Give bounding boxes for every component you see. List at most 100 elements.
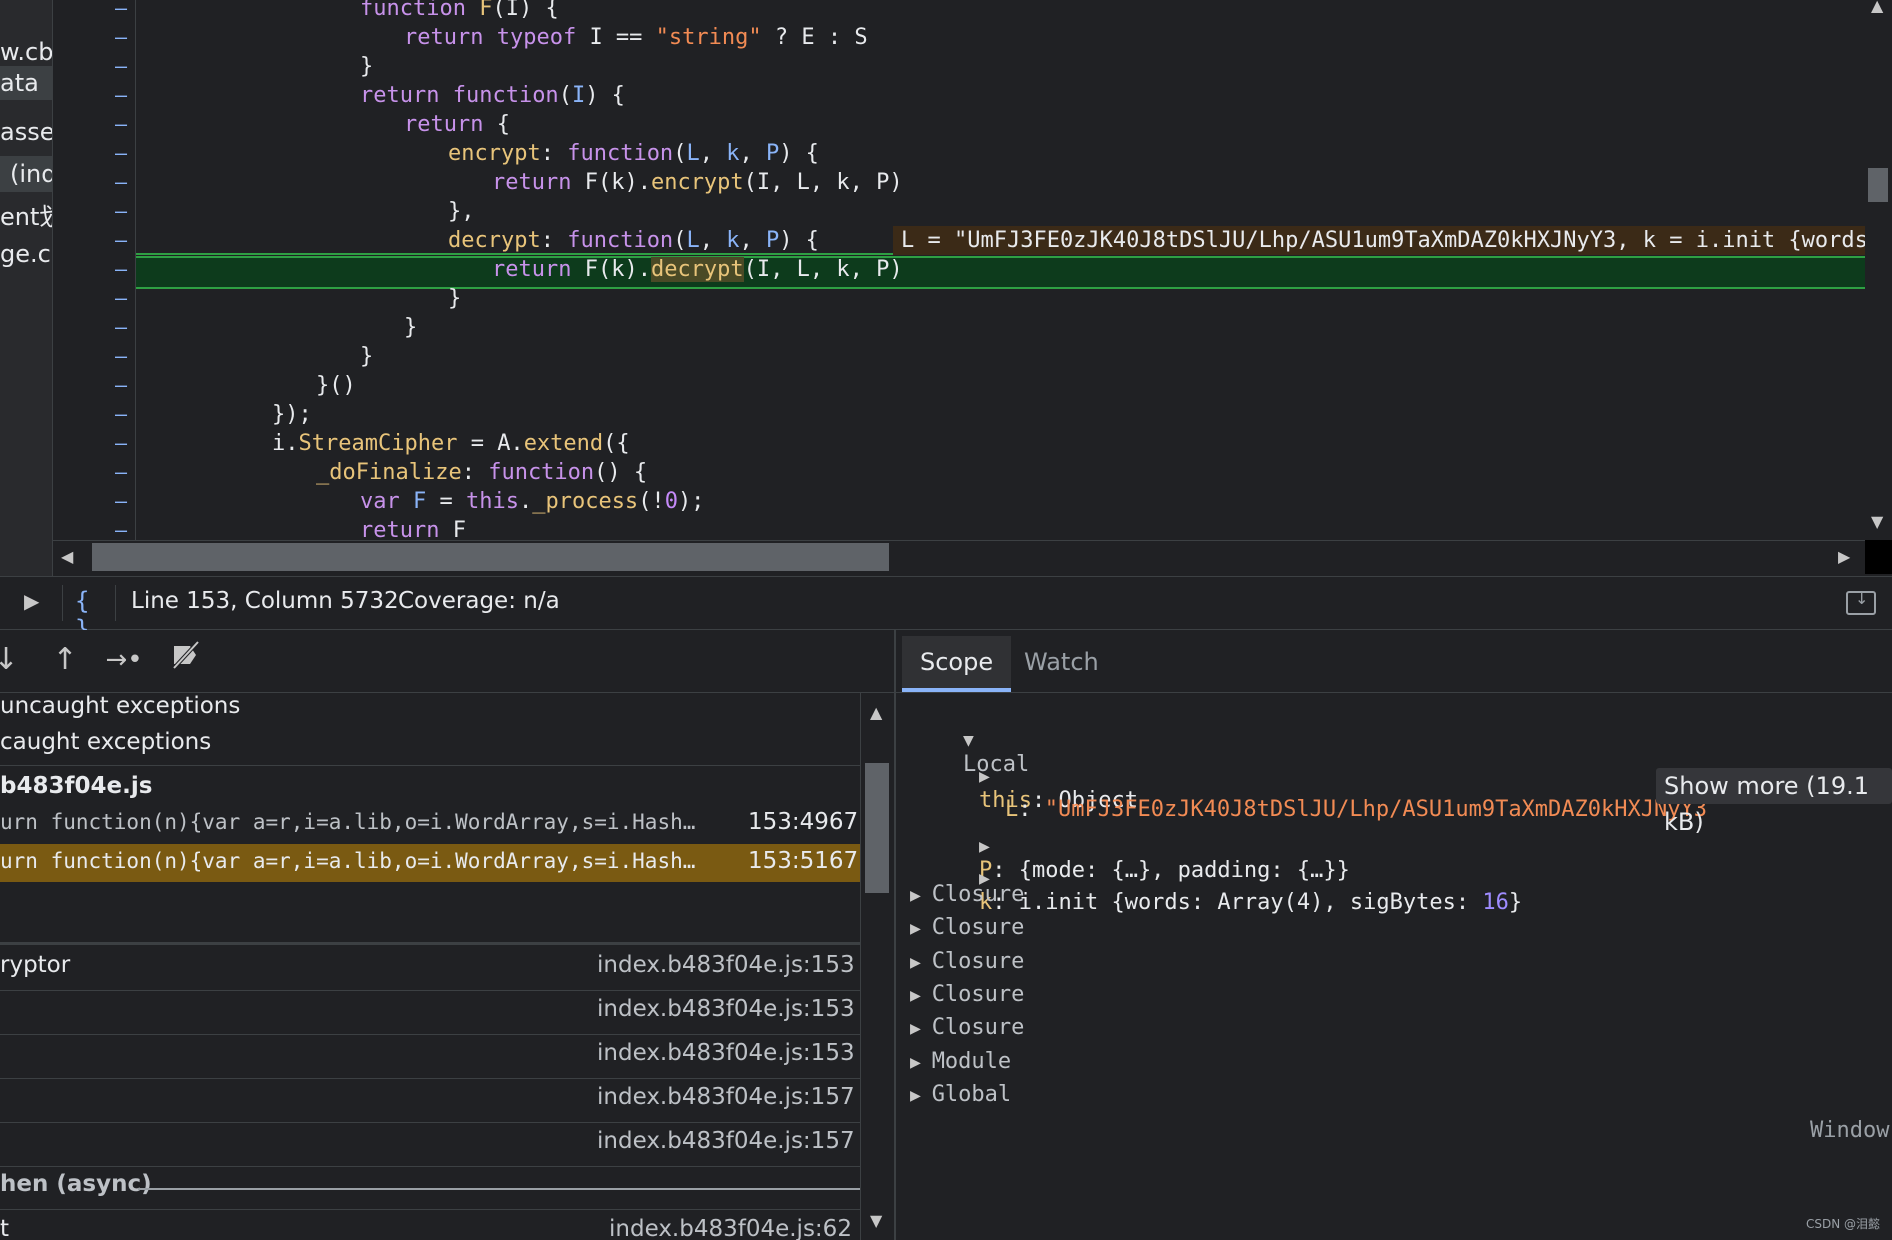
scroll-up-icon[interactable]: ▲ bbox=[870, 703, 882, 722]
gutter-marker[interactable]: – bbox=[115, 25, 127, 49]
call-frame[interactable]: index.b483f04e.js:153 bbox=[0, 990, 860, 1035]
code-line[interactable]: }, bbox=[448, 197, 475, 226]
var-value-suffix: } bbox=[1508, 890, 1523, 915]
gutter-marker[interactable]: – bbox=[115, 431, 127, 455]
scope-group-module[interactable]: ▶ Module bbox=[910, 1049, 1011, 1074]
scroll-down-icon[interactable]: ▼ bbox=[870, 1211, 882, 1230]
gutter-marker[interactable]: – bbox=[115, 141, 127, 165]
scroll-up-icon[interactable]: ▲ bbox=[1871, 0, 1883, 15]
scope-group-closure[interactable]: ▶ Closure bbox=[910, 949, 1024, 974]
code-token: _doFinalize bbox=[316, 460, 462, 485]
gutter-marker[interactable]: – bbox=[115, 112, 127, 136]
scope-group-closure[interactable]: ▶ Closure bbox=[910, 915, 1024, 940]
tab-watch[interactable]: Watch bbox=[1006, 636, 1117, 688]
scope-group-global[interactable]: ▶ Global bbox=[910, 1082, 1011, 1107]
scrollbar-thumb[interactable] bbox=[1868, 168, 1888, 202]
code-line[interactable]: decrypt: function(L, k, P) { bbox=[448, 226, 819, 255]
step-into-icon[interactable]: ↓ bbox=[0, 640, 26, 680]
download-icon[interactable]: ↓ bbox=[1846, 589, 1876, 615]
gutter-marker[interactable]: – bbox=[115, 0, 127, 20]
caught-exceptions-option[interactable]: caught exceptions bbox=[0, 729, 211, 755]
call-frame[interactable]: t index.b483f04e.js:62 bbox=[0, 1209, 860, 1240]
scroll-left-icon[interactable]: ◀ bbox=[61, 547, 73, 566]
gutter-marker[interactable]: – bbox=[115, 402, 127, 426]
code-token: } bbox=[360, 344, 374, 369]
code-line[interactable]: } bbox=[360, 52, 373, 81]
code-line[interactable]: encrypt: function(L, k, P) { bbox=[448, 139, 819, 168]
code-token: return bbox=[360, 518, 453, 540]
scroll-down-icon[interactable]: ▼ bbox=[1871, 512, 1883, 531]
frame-location[interactable]: index.b483f04e.js:157 bbox=[597, 1128, 855, 1154]
deactivate-breakpoints-icon[interactable] bbox=[165, 640, 205, 680]
toggle-sidebar-icon[interactable]: ▶ bbox=[24, 589, 39, 613]
scrollbar-thumb[interactable] bbox=[865, 763, 889, 893]
pretty-print-button[interactable]: { } bbox=[62, 585, 116, 643]
code-token: extend bbox=[523, 431, 604, 456]
code-token: ) { bbox=[585, 83, 625, 108]
code-line[interactable]: return F(k).decrypt(I, L, k, P) bbox=[492, 255, 903, 284]
code-line[interactable]: }() bbox=[316, 371, 356, 400]
code-line[interactable]: _doFinalize: function() { bbox=[316, 458, 647, 487]
breakpoint-entry[interactable]: urn function(n){var a=r,i=a.lib,o=i.Word… bbox=[0, 805, 860, 843]
gutter-marker[interactable]: – bbox=[115, 460, 127, 484]
code-line[interactable]: } bbox=[360, 342, 373, 371]
gutter-marker[interactable]: – bbox=[115, 199, 127, 223]
gutter-marker[interactable]: – bbox=[115, 315, 127, 339]
line-gutter[interactable]: – – – – – – – – – – – – – – – – – – – bbox=[53, 0, 136, 540]
call-frame[interactable]: ryptor index.b483f04e.js:153 bbox=[0, 946, 860, 991]
code-line[interactable]: i.StreamCipher = A.extend({ bbox=[272, 429, 630, 458]
code-line[interactable]: return { bbox=[404, 110, 510, 139]
nav-item[interactable]: asse bbox=[0, 118, 52, 146]
gutter-marker[interactable]: – bbox=[115, 228, 127, 252]
gutter-marker[interactable]: – bbox=[115, 83, 127, 107]
code-line[interactable]: return typeof I == "string" ? E : S bbox=[404, 23, 868, 52]
scope-group-closure[interactable]: ▶ Closure bbox=[910, 982, 1024, 1007]
gutter-marker[interactable]: – bbox=[115, 257, 127, 281]
gutter-marker[interactable]: – bbox=[115, 286, 127, 310]
gutter-marker[interactable]: – bbox=[115, 170, 127, 194]
gutter-marker[interactable]: – bbox=[115, 344, 127, 368]
tab-scope[interactable]: Scope bbox=[902, 636, 1012, 692]
uncaught-exceptions-option[interactable]: uncaught exceptions bbox=[0, 693, 240, 719]
call-frame[interactable]: index.b483f04e.js:153 bbox=[0, 1034, 860, 1079]
gutter-marker[interactable]: – bbox=[115, 54, 127, 78]
gutter-marker[interactable]: – bbox=[115, 373, 127, 397]
nav-item[interactable]: ge.cb bbox=[0, 240, 52, 268]
gutter-marker[interactable]: – bbox=[115, 518, 127, 540]
code-line[interactable]: }); bbox=[272, 400, 312, 429]
editor-vertical-scrollbar[interactable]: ▲ ▼ bbox=[1865, 0, 1892, 540]
nav-item[interactable]: ata bbox=[0, 66, 52, 100]
frame-location[interactable]: index.b483f04e.js:62 bbox=[609, 1216, 852, 1240]
scroll-right-icon[interactable]: ▶ bbox=[1838, 547, 1850, 566]
code-line[interactable]: function F(I) { bbox=[360, 0, 559, 23]
code-line[interactable]: return F(k).encrypt(I, L, k, P) bbox=[492, 168, 903, 197]
code-token: . bbox=[518, 489, 533, 514]
scope-group-closure[interactable]: ▶ Closure bbox=[910, 882, 1024, 907]
nav-item[interactable]: ent划 bbox=[0, 197, 52, 232]
code-line[interactable]: var F = this._process(!0); bbox=[360, 487, 704, 516]
gutter-marker[interactable]: – bbox=[115, 489, 127, 513]
step-out-icon[interactable]: ↑ bbox=[45, 640, 85, 680]
frame-location[interactable]: index.b483f04e.js:153 bbox=[597, 1040, 855, 1066]
breakpoint-entry-active[interactable]: urn function(n){var a=r,i=a.lib,o=i.Word… bbox=[0, 844, 860, 882]
breakpoint-file: b483f04e.js bbox=[0, 773, 153, 799]
code-line[interactable]: } bbox=[404, 313, 417, 342]
scrollbar-thumb[interactable] bbox=[92, 543, 889, 571]
frame-location[interactable]: index.b483f04e.js:153 bbox=[597, 952, 855, 978]
step-icon[interactable]: →• bbox=[104, 640, 144, 680]
nav-item[interactable]: (ind bbox=[0, 156, 52, 192]
show-more-button[interactable]: Show more (19.1 kB) bbox=[1656, 768, 1892, 836]
scope-group-closure[interactable]: ▶ Closure bbox=[910, 1015, 1024, 1040]
pane-scrollbar[interactable]: ▲ ▼ bbox=[860, 693, 895, 1240]
call-frame[interactable]: index.b483f04e.js:157 bbox=[0, 1078, 860, 1123]
code-line[interactable]: return function(I) { bbox=[360, 81, 625, 110]
frame-location[interactable]: index.b483f04e.js:157 bbox=[597, 1084, 855, 1110]
code-line[interactable]: return F bbox=[360, 516, 466, 540]
frame-location[interactable]: index.b483f04e.js:153 bbox=[597, 996, 855, 1022]
code-line[interactable]: } bbox=[448, 284, 461, 313]
code-token: k bbox=[726, 141, 740, 166]
code-token: ( bbox=[673, 228, 687, 253]
call-frame[interactable]: index.b483f04e.js:157 bbox=[0, 1122, 860, 1167]
nav-item[interactable]: w.cba bbox=[0, 38, 52, 66]
code-editor[interactable]: – – – – – – – – – – – – – – – – – – – function F(I) {retur… bbox=[53, 0, 1865, 540]
